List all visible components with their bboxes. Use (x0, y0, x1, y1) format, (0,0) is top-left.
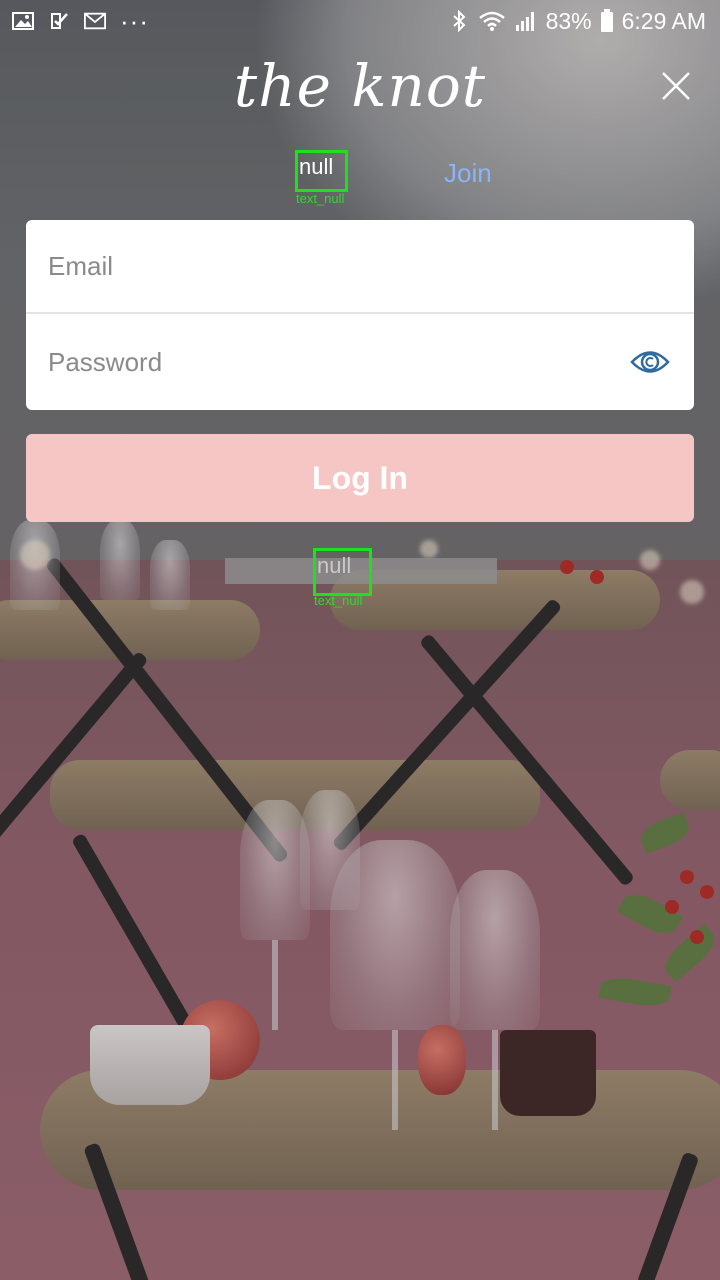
password-placeholder: Password (48, 346, 163, 377)
login-button[interactable]: Log In (26, 434, 694, 522)
forgot-link-caption: text_null (314, 593, 363, 608)
email-field[interactable]: Email (26, 220, 694, 314)
status-bar: ··· 83% 6:29 AM (0, 0, 720, 42)
signal-icon (514, 11, 538, 31)
battery-percent: 83% (545, 7, 592, 34)
battery-icon (600, 9, 614, 32)
close-icon (662, 72, 690, 100)
eye-icon[interactable] (630, 347, 670, 377)
close-button[interactable] (656, 66, 696, 106)
app-logo: the knot (233, 52, 487, 120)
more-icon: ··· (120, 5, 149, 36)
password-field[interactable]: Password (26, 315, 694, 409)
tab-login[interactable]: null (295, 150, 348, 192)
check-icon (48, 11, 70, 31)
tab-join[interactable]: Join (444, 158, 492, 189)
tab-login-caption: text_null (296, 191, 345, 206)
forgot-link[interactable]: null (313, 548, 372, 596)
login-form: Email Password (26, 220, 694, 410)
gallery-icon (12, 11, 34, 31)
bluetooth-icon (448, 10, 470, 32)
clock: 6:29 AM (621, 7, 706, 34)
background-dim-overlay (0, 0, 720, 1280)
gmail-icon (84, 11, 106, 31)
wifi-icon (478, 11, 506, 31)
email-placeholder: Email (48, 250, 114, 281)
